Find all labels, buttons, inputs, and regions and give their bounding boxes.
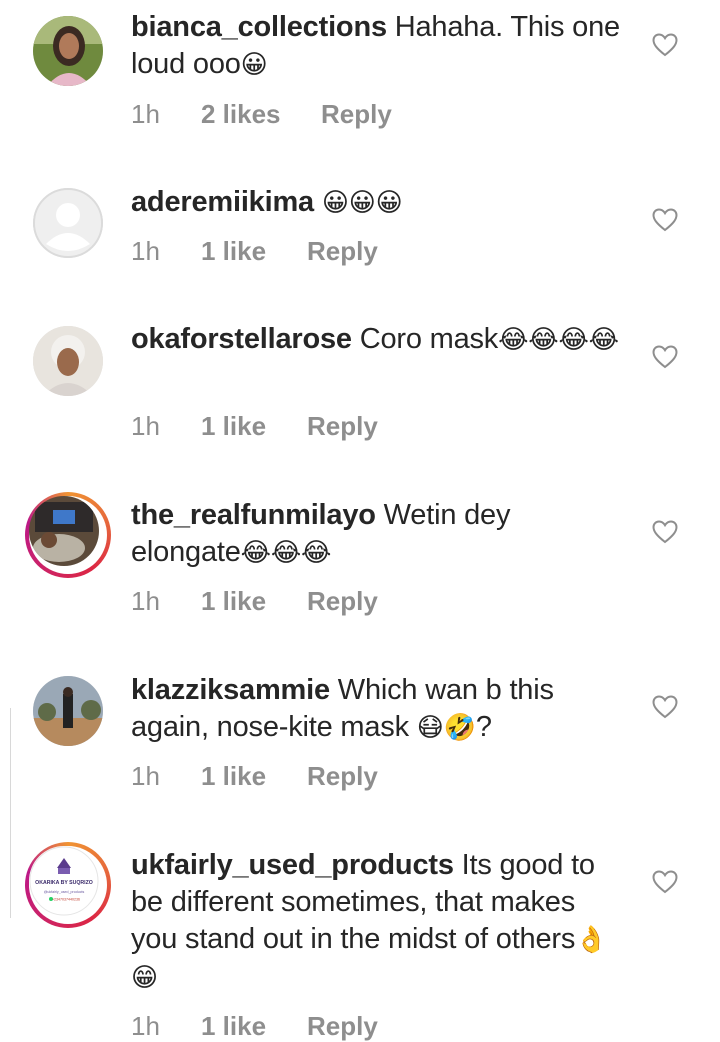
comment-meta: 1h 2 likes Reply bbox=[131, 98, 392, 130]
reply-button[interactable]: Reply bbox=[307, 760, 378, 792]
comment-time: 1h bbox=[131, 99, 160, 129]
comment-likes[interactable]: 1 like bbox=[201, 1010, 307, 1042]
comment-meta: 1h 1 like Reply bbox=[131, 235, 378, 267]
reply-button[interactable]: Reply bbox=[321, 98, 392, 130]
comment-emoji: 😀😀😀 bbox=[321, 188, 403, 218]
comment-likes[interactable]: 1 like bbox=[201, 410, 307, 442]
shop-logo: OKARIKA BY SUQRIZO @ukfairly_used_produc… bbox=[29, 846, 99, 916]
left-edge-divider bbox=[10, 708, 11, 918]
comment-username[interactable]: ukfairly_used_products bbox=[131, 849, 454, 881]
heart-outline-icon[interactable] bbox=[652, 520, 678, 544]
person-silhouette-icon bbox=[33, 188, 103, 258]
comment-time: 1h bbox=[131, 586, 160, 616]
heart-outline-icon[interactable] bbox=[652, 695, 678, 719]
reply-button[interactable]: Reply bbox=[307, 235, 378, 267]
avatar[interactable] bbox=[33, 326, 103, 396]
logo-line-3: +2347037440236 bbox=[52, 898, 80, 902]
comment-text-suffix: ? bbox=[475, 711, 492, 743]
comment-username[interactable]: aderemiikima bbox=[131, 186, 314, 218]
comment-time: 1h bbox=[131, 411, 160, 441]
avatar[interactable] bbox=[33, 188, 103, 258]
heart-outline-icon[interactable] bbox=[652, 208, 678, 232]
logo-line-1: OKARIKA BY SUQRIZO bbox=[35, 880, 93, 886]
comment-username[interactable]: the_realfunmilayo bbox=[131, 499, 376, 531]
avatar[interactable] bbox=[33, 676, 103, 746]
heart-outline-icon[interactable] bbox=[652, 33, 678, 57]
comment-likes[interactable]: 1 like bbox=[201, 235, 307, 267]
comment-likes[interactable]: 1 like bbox=[201, 585, 307, 617]
comment-meta: 1h 1 like Reply bbox=[131, 1010, 378, 1042]
comment-emoji: 😀 bbox=[240, 50, 268, 80]
comment-meta: 1h 1 like Reply bbox=[131, 760, 378, 792]
heart-outline-icon[interactable] bbox=[652, 345, 678, 369]
reply-button[interactable]: Reply bbox=[307, 1010, 378, 1042]
comment-time: 1h bbox=[131, 761, 160, 791]
heart-outline-icon[interactable] bbox=[652, 870, 678, 894]
reply-button[interactable]: Reply bbox=[307, 585, 378, 617]
comment-emoji: 😷🤣 bbox=[416, 713, 476, 743]
comment-time: 1h bbox=[131, 1011, 160, 1041]
comment-emoji: 😂😂😂😂 bbox=[498, 325, 619, 355]
comment-username[interactable]: klazziksammie bbox=[131, 674, 330, 706]
avatar[interactable] bbox=[33, 16, 103, 86]
comment-username[interactable]: okaforstellarose bbox=[131, 323, 352, 355]
comment-time: 1h bbox=[131, 236, 160, 266]
comment-likes[interactable]: 1 like bbox=[201, 760, 307, 792]
logo-line-2: @ukfairly_used_products bbox=[44, 890, 85, 894]
comment-meta: 1h 1 like Reply bbox=[131, 585, 378, 617]
comment-emoji: 😂😂😂 bbox=[240, 538, 332, 568]
reply-button[interactable]: Reply bbox=[307, 410, 378, 442]
comment-likes[interactable]: 2 likes bbox=[201, 98, 321, 130]
avatar-with-story-ring[interactable]: OKARIKA BY SUQRIZO @ukfairly_used_produc… bbox=[25, 842, 111, 928]
comment-username[interactable]: bianca_collections bbox=[131, 11, 387, 43]
avatar-with-story-ring[interactable] bbox=[25, 492, 111, 578]
comment-text: Coro mask bbox=[359, 323, 499, 355]
comment-meta: 1h 1 like Reply bbox=[131, 410, 378, 442]
